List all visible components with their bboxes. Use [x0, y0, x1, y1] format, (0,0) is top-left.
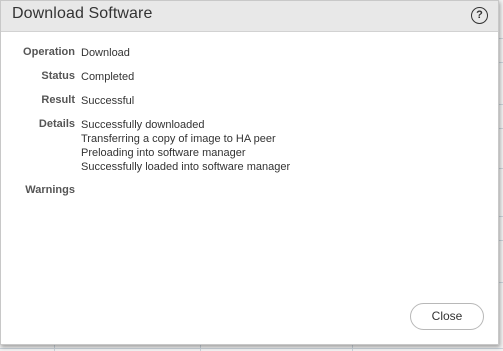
background-grid-line: [499, 216, 503, 217]
details-line: Successfully loaded into software manage…: [81, 161, 291, 173]
details-line: Transferring a copy of image to HA peer: [81, 133, 276, 145]
background-grid-line: [499, 62, 503, 63]
background-grid-line: [499, 168, 503, 169]
background-grid-line: [352, 345, 353, 351]
warnings-label: Warnings: [25, 184, 75, 196]
operation-label: Operation: [23, 46, 75, 58]
details-line: Successfully downloaded: [81, 119, 205, 131]
background-grid-line: [499, 240, 503, 241]
download-software-dialog: Download Software ? Operation Download S…: [0, 0, 499, 345]
warnings-row: Warnings: [1, 183, 498, 197]
background-grid-line: [499, 104, 503, 105]
background-grid-line: [499, 282, 503, 283]
background-grid-line: [54, 345, 55, 351]
background-grid-line: [499, 128, 503, 129]
details-line: Preloading into software manager: [81, 147, 246, 159]
dialog-content: Operation Download Status Completed Resu…: [1, 45, 498, 206]
background-grid-line: [499, 38, 503, 39]
help-icon[interactable]: ?: [471, 7, 488, 24]
status-value: Completed: [81, 71, 135, 83]
result-label: Result: [41, 94, 75, 106]
background-grid-line: [200, 345, 201, 351]
result-value: Successful: [81, 95, 135, 107]
dialog-title: Download Software: [12, 5, 153, 22]
details-label: Details: [38, 118, 75, 130]
result-row: Result Successful: [1, 93, 498, 108]
operation-row: Operation Download: [1, 45, 498, 60]
background-grid-line: [0, 348, 503, 349]
close-button[interactable]: Close: [410, 303, 484, 330]
dialog-titlebar: Download Software ?: [1, 1, 498, 32]
operation-value: Download: [81, 47, 130, 59]
status-label: Status: [41, 70, 75, 82]
details-row: Details Successfully downloaded Transfer…: [1, 117, 498, 174]
details-value: Successfully downloaded Transferring a c…: [81, 117, 290, 174]
status-row: Status Completed: [1, 69, 498, 84]
